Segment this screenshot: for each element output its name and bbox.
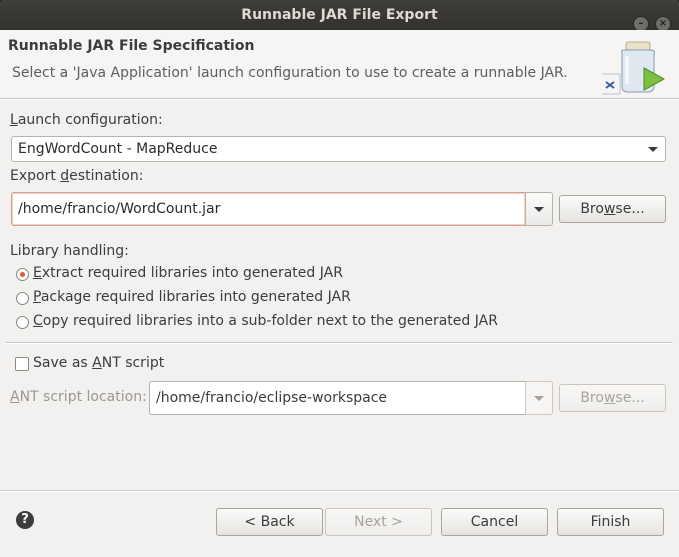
jar-export-wizard-icon xyxy=(600,38,668,102)
ant-location-history-button[interactable] xyxy=(525,381,553,415)
launch-config-label: Launch configuration: xyxy=(10,112,163,128)
wizard-banner: Runnable JAR File Specification Select a… xyxy=(0,30,679,98)
title-bar: Runnable JAR File Export – × xyxy=(0,0,679,32)
export-destination-input[interactable]: /home/francio/WordCount.jar xyxy=(11,192,526,226)
chevron-down-icon xyxy=(534,207,544,212)
export-dialog: Runnable JAR File Export – × Runnable JAR… xyxy=(0,0,679,557)
launch-config-value: EngWordCount - MapReduce xyxy=(18,141,218,157)
export-destination-history-button[interactable] xyxy=(525,192,553,226)
back-button[interactable]: < Back xyxy=(216,508,323,536)
banner-divider xyxy=(0,98,679,100)
ant-browse-button[interactable]: Browse... xyxy=(559,384,666,412)
radio-copy-libraries[interactable] xyxy=(16,316,29,329)
radio-package-libraries[interactable] xyxy=(16,292,29,305)
ant-script-location-label: ANT script location: xyxy=(10,389,147,405)
next-button[interactable]: Next > xyxy=(325,508,432,536)
library-handling-label: Library handling: xyxy=(10,243,129,259)
extract-libraries-label[interactable]: Extract required libraries into generate… xyxy=(33,265,343,281)
export-browse-button[interactable]: Browse... xyxy=(559,195,666,223)
section-divider xyxy=(6,342,673,344)
save-ant-script-checkbox[interactable] xyxy=(15,357,29,371)
save-ant-script-label[interactable]: Save as ANT script xyxy=(33,355,164,371)
ant-script-location-value: /home/francio/eclipse-workspace xyxy=(156,390,388,406)
export-destination-label: Export destination: xyxy=(10,168,144,184)
footer-divider xyxy=(0,490,679,492)
radio-extract-libraries[interactable] xyxy=(16,268,29,281)
ant-script-location-input[interactable]: /home/francio/eclipse-workspace xyxy=(149,381,527,415)
window-title: Runnable JAR File Export xyxy=(241,7,438,23)
page-title: Runnable JAR File Specification xyxy=(8,38,255,54)
finish-button[interactable]: Finish xyxy=(557,508,664,536)
chevron-down-icon xyxy=(648,147,658,152)
export-destination-value: /home/francio/WordCount.jar xyxy=(18,201,221,217)
page-description: Select a 'Java Application' launch confi… xyxy=(12,65,568,81)
cancel-button[interactable]: Cancel xyxy=(441,508,548,536)
chevron-down-icon xyxy=(534,396,544,401)
package-libraries-label[interactable]: Package required libraries into generate… xyxy=(33,289,351,305)
launch-config-select[interactable]: EngWordCount - MapReduce xyxy=(11,136,666,162)
help-icon[interactable]: ? xyxy=(16,511,34,529)
copy-libraries-label[interactable]: Copy required libraries into a sub-folde… xyxy=(33,313,498,329)
